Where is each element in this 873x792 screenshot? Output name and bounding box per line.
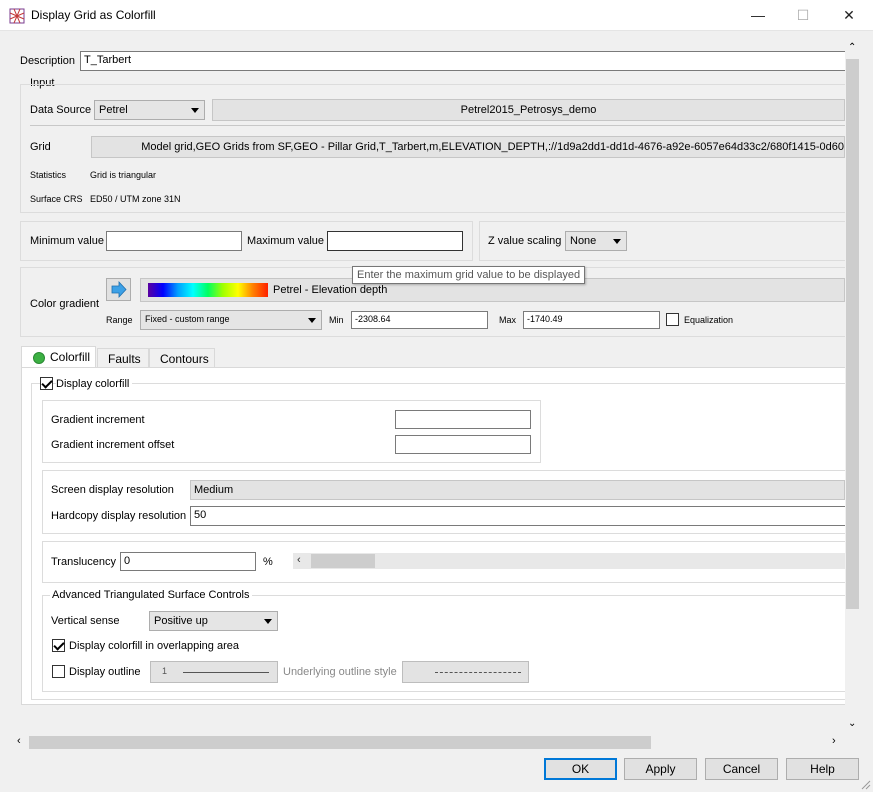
title-bar: Display Grid as Colorfill — ☐ ✕: [0, 0, 873, 31]
horizontal-scrollbar[interactable]: ‹ ›: [14, 735, 845, 750]
display-outline-label: Display outline: [69, 666, 141, 678]
project-field: Petrel2015_Petrosys_demo: [212, 99, 845, 121]
chevron-down-icon: [613, 239, 621, 244]
chevron-down-icon: ⌄: [848, 718, 857, 729]
translucency-input[interactable]: 0: [120, 552, 256, 571]
vertical-sense-select[interactable]: Positive up: [149, 611, 278, 631]
vertical-sense-label: Vertical sense: [51, 615, 120, 627]
display-colorfill-label: Display colorfill: [56, 378, 133, 390]
apply-button[interactable]: Apply: [624, 758, 697, 780]
close-button[interactable]: ✕: [826, 0, 872, 31]
statistics-value: Grid is triangular: [90, 170, 157, 180]
underlying-style-button[interactable]: [402, 661, 529, 683]
z-scaling-value: None: [570, 235, 597, 247]
chevron-up-icon: ⌃: [848, 42, 857, 53]
chevron-down-icon: [264, 619, 272, 624]
data-source-select[interactable]: Petrel: [94, 100, 205, 120]
equalization-label: Equalization: [684, 315, 734, 325]
equalization-checkbox[interactable]: [666, 313, 679, 326]
overlap-label: Display colorfill in overlapping area: [69, 640, 239, 652]
outline-line-sample: [183, 672, 269, 673]
range-label: Range: [106, 315, 133, 325]
underlying-style-label: Underlying outline style: [283, 666, 397, 678]
minimize-button[interactable]: —: [735, 0, 781, 31]
ok-button[interactable]: OK: [544, 758, 617, 780]
maximum-value-tooltip: Enter the maximum grid value to be displ…: [352, 266, 586, 284]
surface-crs-label: Surface CRS: [30, 194, 83, 204]
vertical-scrollbar[interactable]: ⌃ ⌄: [845, 42, 860, 734]
gradient-increment-input[interactable]: [395, 410, 531, 429]
range-select[interactable]: Fixed - custom range: [140, 310, 322, 330]
maximum-value-input[interactable]: [327, 231, 463, 251]
outline-width-button[interactable]: 1: [150, 661, 278, 683]
gradient-max-input[interactable]: -1740.49: [523, 311, 660, 329]
gradient-min-label: Min: [329, 315, 344, 325]
translucency-label: Translucency: [51, 556, 117, 568]
chevron-right-icon: ›: [832, 735, 836, 747]
chevron-left-icon: ‹: [297, 554, 301, 566]
minimum-value-input[interactable]: [106, 231, 242, 251]
window-title: Display Grid as Colorfill: [31, 8, 156, 22]
gradient-offset-label: Gradient increment offset: [51, 439, 175, 451]
grid-label: Grid: [30, 141, 51, 153]
gradient-offset-input[interactable]: [395, 435, 531, 454]
tab-contours-label: Contours: [160, 352, 209, 366]
hardcopy-resolution-label: Hardcopy display resolution: [51, 510, 187, 522]
screen-resolution-field[interactable]: Medium: [190, 480, 845, 500]
range-value: Fixed - custom range: [145, 314, 230, 324]
help-button[interactable]: Help: [786, 758, 859, 780]
maximum-value-label: Maximum value: [247, 235, 325, 247]
chevron-left-icon: ‹: [17, 735, 21, 747]
divider: [30, 125, 845, 126]
horizontal-scroll-thumb[interactable]: [29, 736, 651, 749]
gradient-min-input[interactable]: -2308.64: [351, 311, 488, 329]
maximize-button[interactable]: ☐: [780, 0, 826, 31]
color-gradient-label: Color gradient: [30, 298, 100, 310]
app-icon: [9, 8, 25, 24]
tab-colorfill-label: Colorfill: [50, 350, 91, 364]
vertical-scroll-thumb[interactable]: [846, 59, 859, 609]
gradient-increment-label: Gradient increment: [51, 414, 145, 426]
minimum-value-label: Minimum value: [30, 235, 104, 247]
hardcopy-resolution-input[interactable]: 50: [190, 506, 845, 526]
data-source-label: Data Source: [30, 104, 92, 116]
gradient-name: Petrel - Elevation depth: [273, 284, 388, 296]
translucency-slider[interactable]: ‹: [293, 553, 845, 569]
grid-field: Model grid,GEO Grids from SF,GEO - Pilla…: [91, 136, 845, 158]
chevron-down-icon: [308, 318, 316, 323]
resize-grip-icon[interactable]: [860, 779, 871, 790]
display-colorfill-checkbox[interactable]: [40, 377, 53, 390]
overlap-checkbox[interactable]: [52, 639, 65, 652]
gradient-max-label: Max: [499, 315, 517, 325]
surface-crs-value: ED50 / UTM zone 31N: [90, 194, 181, 204]
status-dot-icon: [33, 352, 45, 364]
outline-width-value: 1: [162, 666, 168, 676]
tab-faults[interactable]: Faults: [97, 348, 149, 368]
description-label: Description: [20, 55, 76, 67]
arrow-right-icon: [111, 280, 127, 299]
z-scaling-select[interactable]: None: [565, 231, 627, 251]
description-input[interactable]: T_Tarbert: [80, 51, 846, 71]
display-outline-checkbox[interactable]: [52, 665, 65, 678]
screen-resolution-label: Screen display resolution: [51, 484, 174, 496]
statistics-label: Statistics: [30, 170, 67, 180]
tab-colorfill[interactable]: Colorfill: [21, 346, 96, 368]
slider-thumb[interactable]: [311, 554, 375, 568]
cancel-button[interactable]: Cancel: [705, 758, 778, 780]
vertical-sense-value: Positive up: [154, 615, 208, 627]
gradient-picker-button[interactable]: [106, 278, 131, 301]
dash-dot-line-sample: [435, 672, 521, 673]
data-source-value: Petrel: [99, 104, 128, 116]
chevron-down-icon: [191, 108, 199, 113]
advanced-group-label: Advanced Triangulated Surface Controls: [50, 589, 252, 601]
tab-faults-label: Faults: [108, 352, 141, 366]
tab-contours[interactable]: Contours: [149, 348, 215, 368]
translucency-unit: %: [263, 556, 273, 568]
gradient-swatch: [148, 283, 268, 297]
z-scaling-label: Z value scaling: [488, 235, 562, 247]
